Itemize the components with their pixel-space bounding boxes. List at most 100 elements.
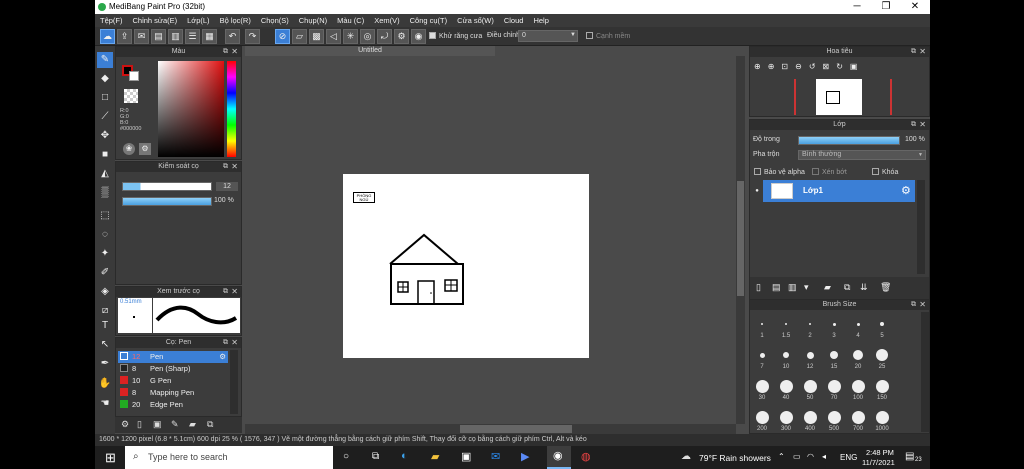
grid-icon[interactable]: ▦ — [202, 29, 217, 44]
grid-snap-icon[interactable]: ▩ — [309, 29, 324, 44]
color-settings-icon[interactable]: ⚙ — [139, 143, 151, 155]
new-halftone-layer-icon[interactable]: ▤ — [772, 282, 781, 293]
clock-time[interactable]: 2:48 PM — [866, 448, 894, 457]
brush-size-option[interactable] — [876, 349, 888, 361]
clipping-checkbox[interactable]: Xén bớt — [812, 168, 847, 176]
float-icon[interactable]: ⧉ — [223, 338, 228, 348]
brush-item-pen-sharp[interactable]: 8 Pen (Sharp) — [118, 363, 228, 375]
brush-size-option[interactable] — [853, 350, 863, 360]
brush-size-option[interactable] — [856, 322, 860, 326]
close-button[interactable]: ✕ — [901, 0, 929, 14]
fill-rect-icon[interactable]: ■ — [97, 147, 113, 163]
new-layer-icon[interactable]: ▯ — [756, 282, 761, 293]
lock-checkbox[interactable]: Khóa — [872, 168, 898, 176]
dot-icon[interactable]: ⟋ — [97, 109, 113, 125]
brush-size-option[interactable] — [830, 351, 838, 359]
cortana-icon[interactable]: ○ — [343, 451, 349, 462]
menu-help[interactable]: Help — [528, 14, 553, 27]
adjust-input[interactable]: 0 — [518, 30, 578, 42]
brush-size-option[interactable] — [779, 410, 793, 424]
layer-add-menu-icon[interactable]: ▾ — [804, 282, 809, 293]
redo-icon[interactable]: ↷ — [245, 29, 260, 44]
circle-snap-icon[interactable]: ◎ — [360, 29, 375, 44]
menu-tools[interactable]: Công cụ(T) — [405, 14, 453, 27]
visibility-icon[interactable]: ● — [752, 180, 762, 202]
blend-select[interactable]: Bình thường ▼ — [798, 150, 926, 160]
brush-size-option[interactable] — [809, 323, 811, 325]
zoom-in-icon[interactable]: ⊕ — [754, 62, 768, 71]
layer-opacity-slider[interactable] — [798, 136, 900, 145]
new-brush-icon[interactable]: ▯ — [137, 419, 142, 430]
menu-edit[interactable]: Chỉnh sửa(E) — [128, 14, 183, 27]
gear-icon[interactable]: ⚙ — [901, 184, 911, 197]
eyedropper-icon[interactable]: ✒ — [97, 356, 113, 372]
brush-item-edge-pen[interactable]: 20 Edge Pen — [118, 399, 228, 411]
brush-size-option[interactable] — [851, 410, 865, 424]
close-icon[interactable]: ✕ — [919, 120, 926, 130]
horizontal-scrollbar[interactable] — [245, 424, 736, 434]
layer-row[interactable]: Lớp1 ⚙ — [763, 180, 915, 202]
vertical-scrollbar[interactable] — [736, 56, 745, 424]
select-pen-icon[interactable]: ✐ — [97, 265, 113, 281]
brush-size-scrollbar[interactable] — [921, 312, 929, 432]
brush-item-mapping-pen[interactable]: 8 Mapping Pen — [118, 387, 228, 399]
chevron-down-icon[interactable]: ▼ — [570, 32, 576, 38]
brush-size-option[interactable] — [832, 322, 836, 326]
gear-icon[interactable]: ⚙ — [121, 419, 129, 430]
snap-off-icon[interactable]: ⊘ — [275, 29, 290, 44]
eraser-icon[interactable]: ◆ — [97, 71, 113, 87]
folder-icon[interactable]: ▰ — [189, 419, 196, 430]
reset-view-icon[interactable]: ▣ — [850, 62, 865, 71]
chrome-icon[interactable]: ◍ — [581, 450, 591, 463]
float-icon[interactable]: ⧉ — [911, 47, 916, 57]
brush-size-option[interactable] — [875, 410, 889, 424]
medibang-taskbar-icon[interactable]: ◉ — [547, 446, 571, 469]
gradient-icon[interactable]: ▒ — [97, 185, 113, 201]
float-icon[interactable]: ⧉ — [223, 162, 228, 172]
lasso-icon[interactable]: ◌ — [97, 227, 113, 243]
brush-size-option[interactable] — [785, 323, 787, 325]
add-brush-icon[interactable]: ▣ — [153, 419, 162, 430]
page-icon[interactable]: ▥ — [168, 29, 183, 44]
menu-file[interactable]: Tệp(F) — [95, 14, 128, 27]
cloud-icon[interactable]: ☁ — [100, 29, 115, 44]
flip-icon[interactable]: ⊠ — [823, 62, 837, 71]
menu-select[interactable]: Chọn(S) — [256, 14, 294, 27]
radial-snap-icon[interactable]: ✳ — [343, 29, 358, 44]
close-icon[interactable]: ✕ — [919, 300, 926, 310]
curve-snap-icon[interactable]: ⤾ — [377, 29, 392, 44]
brush-size-option[interactable] — [759, 352, 765, 358]
canvas-tab[interactable]: Untitled — [245, 46, 495, 56]
duplicate-layer-icon[interactable]: ⧉ — [844, 282, 850, 293]
edit-brush-icon[interactable]: ✎ — [171, 419, 179, 430]
menu-snap[interactable]: Chụp(N) — [294, 14, 332, 27]
brush-item-pen[interactable]: 12 Pen ⚙ — [118, 351, 228, 363]
close-icon[interactable]: ✕ — [231, 47, 238, 57]
brush-size-option[interactable] — [783, 352, 789, 358]
document-icon[interactable]: ▤ — [151, 29, 166, 44]
battery-icon[interactable]: ▭ — [793, 452, 801, 461]
menu-view[interactable]: Xem(V) — [369, 14, 404, 27]
transparent-swatch[interactable] — [124, 89, 138, 103]
clock-date[interactable]: 11/7/2021 — [862, 458, 895, 467]
folder-icon[interactable]: ▰ — [824, 282, 831, 293]
drawing-canvas[interactable]: PHÒNG NGỦ — [343, 174, 589, 358]
language-indicator[interactable]: ENG — [840, 453, 857, 462]
upload-icon[interactable]: ⇪ — [117, 29, 132, 44]
zoom-reset-icon[interactable]: ⊖ — [795, 62, 809, 71]
operation-icon[interactable]: ↖ — [97, 337, 113, 353]
brush-icon[interactable]: ✎ — [97, 52, 113, 68]
divide-icon[interactable]: ⧄ — [97, 303, 113, 319]
protect-alpha-checkbox[interactable]: Bảo vệ alpha — [754, 168, 805, 176]
float-icon[interactable]: ⧉ — [223, 287, 228, 297]
brush-size-option[interactable] — [755, 410, 769, 424]
brush-size-option[interactable] — [875, 379, 889, 393]
perspective-snap-icon[interactable]: ◁ — [326, 29, 341, 44]
menu-cloud[interactable]: Cloud — [499, 14, 529, 27]
brush-size-value[interactable]: 12 — [216, 182, 238, 191]
navigator-thumbnail[interactable] — [816, 79, 862, 115]
store-icon[interactable]: ▣ — [461, 450, 471, 463]
list-icon[interactable]: ☰ — [185, 29, 200, 44]
pan-icon[interactable]: ☚ — [97, 396, 113, 412]
brush-size-option[interactable] — [803, 379, 817, 393]
